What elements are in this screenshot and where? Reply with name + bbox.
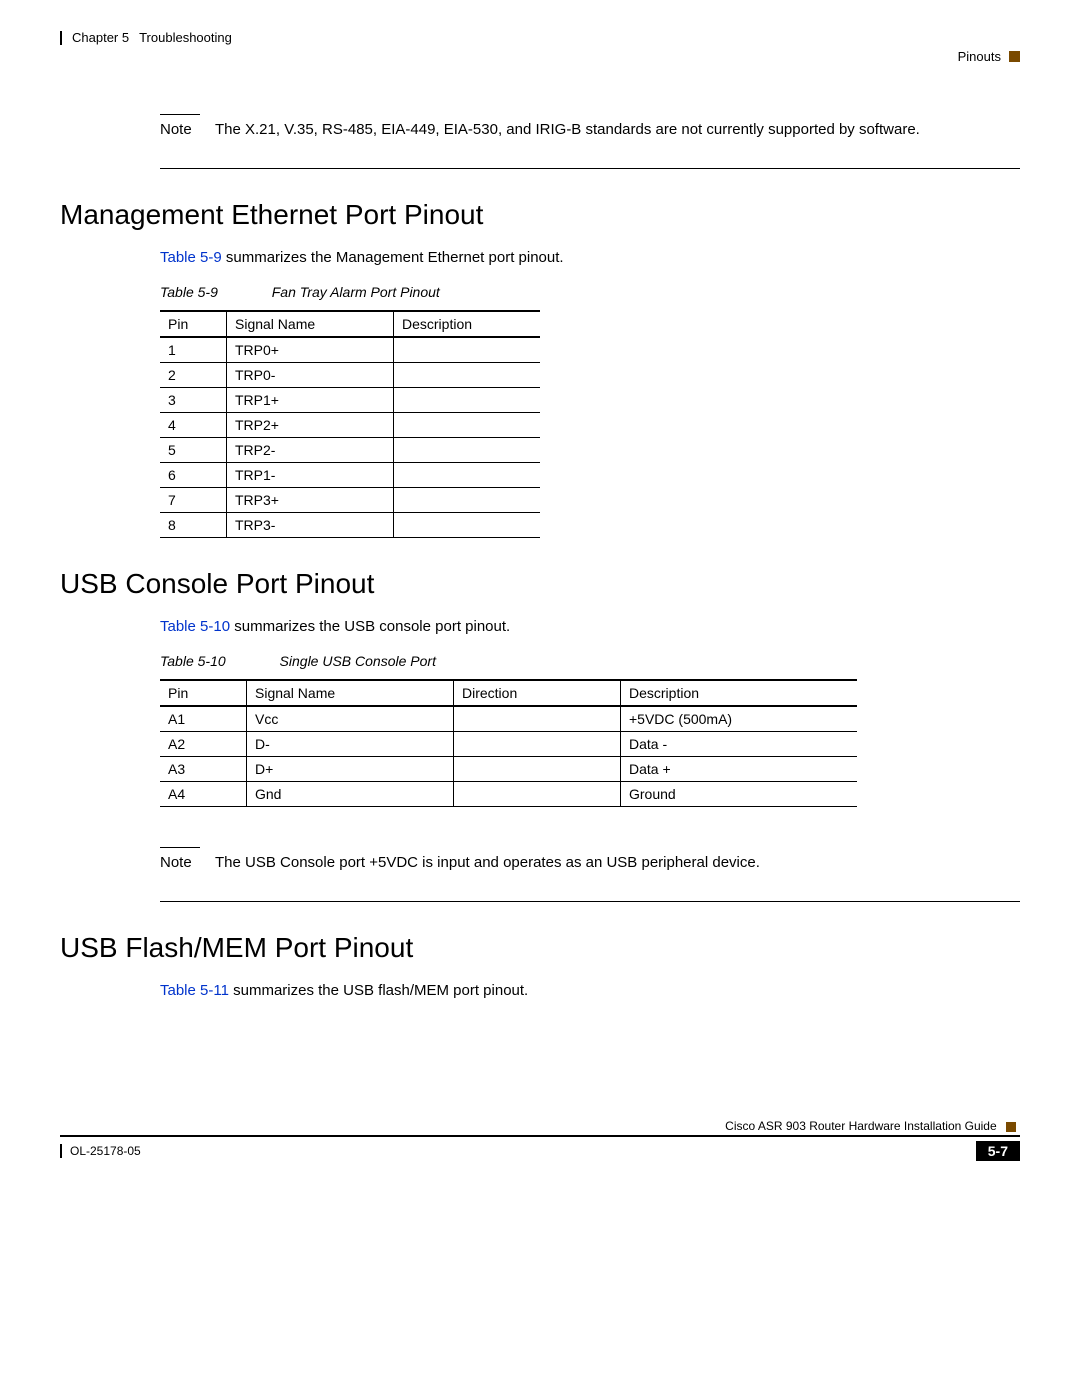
table-caption: Table 5-9 Fan Tray Alarm Port Pinout	[160, 284, 1020, 300]
intro-text: summarizes the USB console port pinout.	[230, 618, 510, 635]
header-bar-icon	[60, 31, 62, 45]
table-row: 5TRP2-	[160, 438, 540, 463]
footer-marker-icon	[1006, 1122, 1016, 1132]
table-row: 2TRP0-	[160, 363, 540, 388]
note-text: The X.21, V.35, RS-485, EIA-449, EIA-530…	[215, 121, 920, 138]
page-number: 5-7	[976, 1141, 1020, 1161]
col-header: Description	[394, 311, 541, 337]
section-name: Pinouts	[958, 49, 1001, 64]
table-ref-link[interactable]: Table 5-9	[160, 249, 222, 266]
col-header: Pin	[160, 680, 247, 706]
table-ref-link[interactable]: Table 5-10	[160, 618, 230, 635]
col-header: Description	[621, 680, 858, 706]
note-rule-icon	[160, 114, 200, 115]
heading-management-ethernet: Management Ethernet Port Pinout	[60, 199, 1020, 231]
table-row: 6TRP1-	[160, 463, 540, 488]
note-label: Note	[160, 121, 215, 138]
col-header: Signal Name	[247, 680, 454, 706]
table-row: A4GndGround	[160, 782, 857, 807]
intro-paragraph: Table 5-11 summarizes the USB flash/MEM …	[160, 982, 1020, 999]
doc-id: OL-25178-05	[70, 1144, 141, 1158]
table-row: 4TRP2+	[160, 413, 540, 438]
section-header: Pinouts	[60, 49, 1020, 64]
table-usb-console: Pin Signal Name Direction Description A1…	[160, 679, 857, 807]
caption-title: Single USB Console Port	[280, 653, 436, 669]
table-row: A2D-Data -	[160, 732, 857, 757]
note-label: Note	[160, 854, 215, 871]
table-caption: Table 5-10 Single USB Console Port	[160, 653, 1020, 669]
col-header: Signal Name	[227, 311, 394, 337]
table-ref-link[interactable]: Table 5-11	[160, 982, 229, 999]
table-row: A3D+Data +	[160, 757, 857, 782]
caption-number: Table 5-10	[160, 653, 226, 669]
intro-paragraph: Table 5-9 summarizes the Management Ethe…	[160, 249, 1020, 266]
caption-title: Fan Tray Alarm Port Pinout	[272, 284, 440, 300]
heading-usb-flash-mem: USB Flash/MEM Port Pinout	[60, 932, 1020, 964]
note-text: The USB Console port +5VDC is input and …	[215, 854, 760, 871]
heading-usb-console: USB Console Port Pinout	[60, 568, 1020, 600]
note-block: Note The X.21, V.35, RS-485, EIA-449, EI…	[160, 114, 1020, 138]
intro-text: summarizes the Management Ethernet port …	[222, 249, 564, 266]
col-header: Direction	[454, 680, 621, 706]
col-header: Pin	[160, 311, 227, 337]
section-marker-icon	[1009, 51, 1020, 62]
footer-bar-icon	[60, 1144, 62, 1158]
table-row: 7TRP3+	[160, 488, 540, 513]
footer-rule-icon	[60, 1135, 1020, 1137]
intro-paragraph: Table 5-10 summarizes the USB console po…	[160, 618, 1020, 635]
note-rule-icon	[160, 847, 200, 848]
table-management-ethernet: Pin Signal Name Description 1TRP0+ 2TRP0…	[160, 310, 540, 538]
footer-guide-title: Cisco ASR 903 Router Hardware Installati…	[725, 1119, 996, 1133]
table-row: 3TRP1+	[160, 388, 540, 413]
table-row: A1Vcc+5VDC (500mA)	[160, 706, 857, 732]
chapter-title: Troubleshooting	[139, 30, 232, 45]
chapter-number: Chapter 5	[72, 30, 129, 45]
note-end-rule-icon	[160, 901, 1020, 902]
note-block: Note The USB Console port +5VDC is input…	[160, 847, 1020, 871]
table-row: 1TRP0+	[160, 337, 540, 363]
caption-number: Table 5-9	[160, 284, 218, 300]
intro-text: summarizes the USB flash/MEM port pinout…	[229, 982, 528, 999]
note-end-rule-icon	[160, 168, 1020, 169]
table-row: 8TRP3-	[160, 513, 540, 538]
page-footer: Cisco ASR 903 Router Hardware Installati…	[60, 1119, 1020, 1161]
page-header: Chapter 5 Troubleshooting	[60, 30, 1020, 45]
